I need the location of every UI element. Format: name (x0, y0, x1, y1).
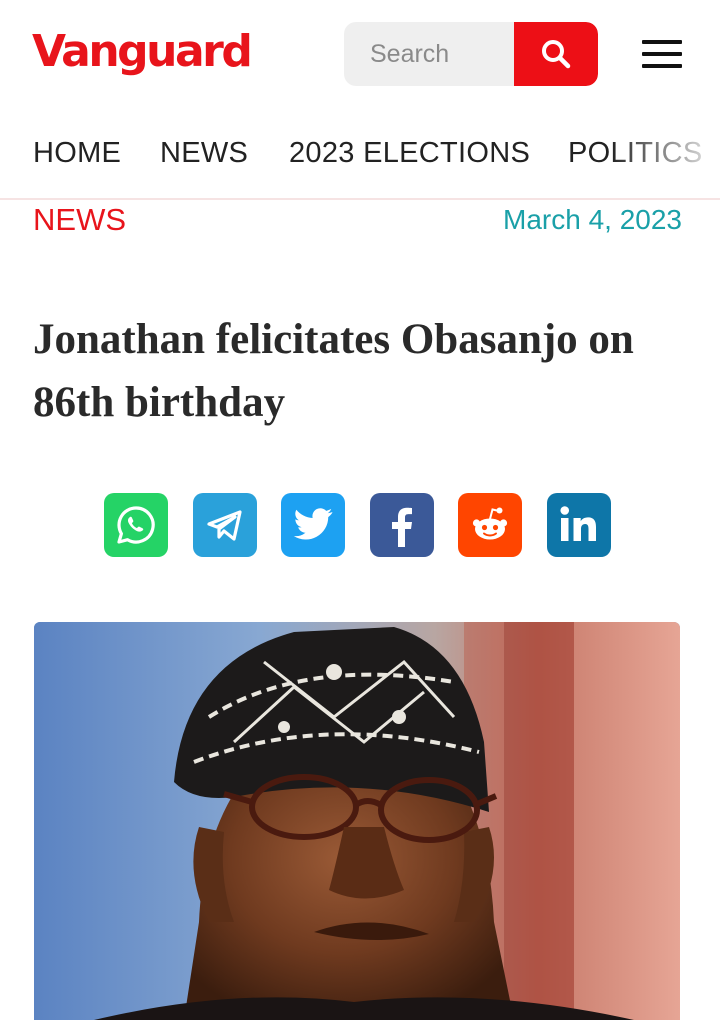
article-date: March 4, 2023 (503, 204, 682, 235)
nav-item-politics[interactable]: POLITICS (568, 108, 703, 198)
portrait-image (34, 622, 680, 1020)
facebook-share-button[interactable] (370, 493, 434, 557)
article-title: Jonathan felicitates Obasanjo on 86th bi… (33, 316, 634, 426)
reddit-share-button[interactable] (458, 493, 522, 557)
search-input[interactable] (344, 22, 514, 86)
facebook-icon (392, 507, 412, 547)
nav-item-news[interactable]: NEWS (160, 108, 248, 198)
linkedin-icon (560, 506, 596, 541)
menu-bar (642, 52, 682, 56)
nav-item-2023-elections[interactable]: 2023 ELECTIONS (289, 108, 530, 198)
menu-bar (642, 64, 682, 68)
whatsapp-share-button[interactable] (104, 493, 168, 557)
nav-item-home[interactable]: HOME (33, 108, 121, 198)
twitter-share-button[interactable] (281, 493, 345, 557)
hamburger-menu-icon[interactable] (640, 36, 684, 72)
main-nav: HOME NEWS 2023 ELECTIONS POLITICS (0, 108, 720, 200)
search-icon (542, 40, 571, 69)
twitter-icon (293, 508, 333, 540)
reddit-icon (472, 507, 508, 540)
menu-bar (642, 40, 682, 44)
search-box (344, 22, 598, 86)
telegram-share-button[interactable] (193, 493, 257, 557)
vanguard-logo[interactable]: Vanguard (32, 22, 253, 82)
share-bar (104, 493, 624, 557)
article-photo[interactable] (34, 622, 680, 1020)
site-header: Vanguard (0, 0, 720, 108)
article-category[interactable]: NEWS (33, 200, 126, 240)
whatsapp-icon (117, 506, 155, 544)
search-button[interactable] (514, 22, 598, 86)
telegram-icon (207, 510, 242, 541)
linkedin-share-button[interactable] (547, 493, 611, 557)
